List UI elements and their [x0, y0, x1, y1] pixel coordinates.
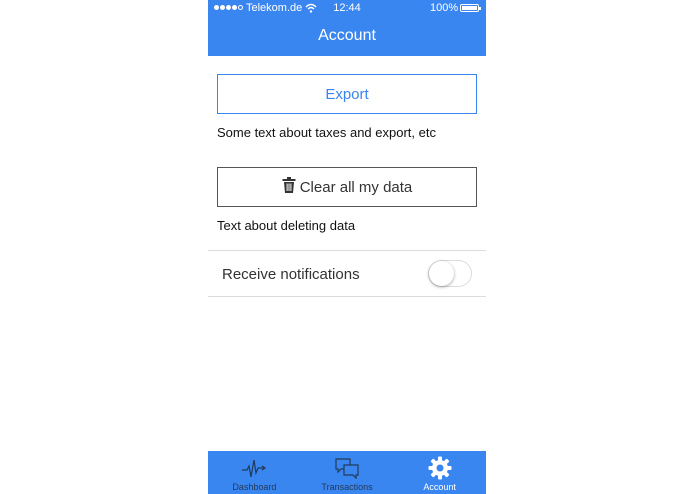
pulse-icon [241, 456, 267, 480]
export-description: Some text about taxes and export, etc [217, 125, 436, 140]
divider [208, 296, 486, 297]
toggle-knob [429, 261, 454, 286]
battery-icon [460, 4, 481, 12]
clear-data-button-label: Clear all my data [299, 178, 413, 196]
battery-percentage: 100% [430, 2, 459, 14]
tab-label: Account [423, 482, 456, 492]
clear-data-button[interactable]: Clear all my data [217, 167, 477, 207]
export-button[interactable]: Export [217, 74, 477, 114]
notifications-toggle[interactable] [428, 260, 472, 287]
clear-data-description: Text about deleting data [217, 218, 356, 233]
divider [208, 250, 486, 251]
navigation-bar: Telekom.de 12:44 100% Account [208, 0, 486, 56]
page-title: Account [318, 27, 376, 44]
tab-bar: Dashboard Transactions Account [208, 451, 486, 494]
status-bar: Telekom.de 12:44 100% [208, 0, 486, 18]
tab-account[interactable]: Account [393, 451, 486, 494]
phone-screen: Telekom.de 12:44 100% Account Export Som… [208, 0, 486, 494]
notifications-label: Receive notifications [222, 266, 360, 283]
tab-label: Transactions [321, 482, 373, 492]
trash-icon [282, 177, 296, 197]
gear-icon [428, 456, 452, 480]
tab-dashboard[interactable]: Dashboard [208, 451, 301, 494]
tab-label: Dashboard [232, 482, 277, 492]
tab-transactions[interactable]: Transactions [301, 451, 394, 494]
chat-bubbles-icon [334, 456, 360, 480]
export-button-label: Export [325, 85, 369, 103]
